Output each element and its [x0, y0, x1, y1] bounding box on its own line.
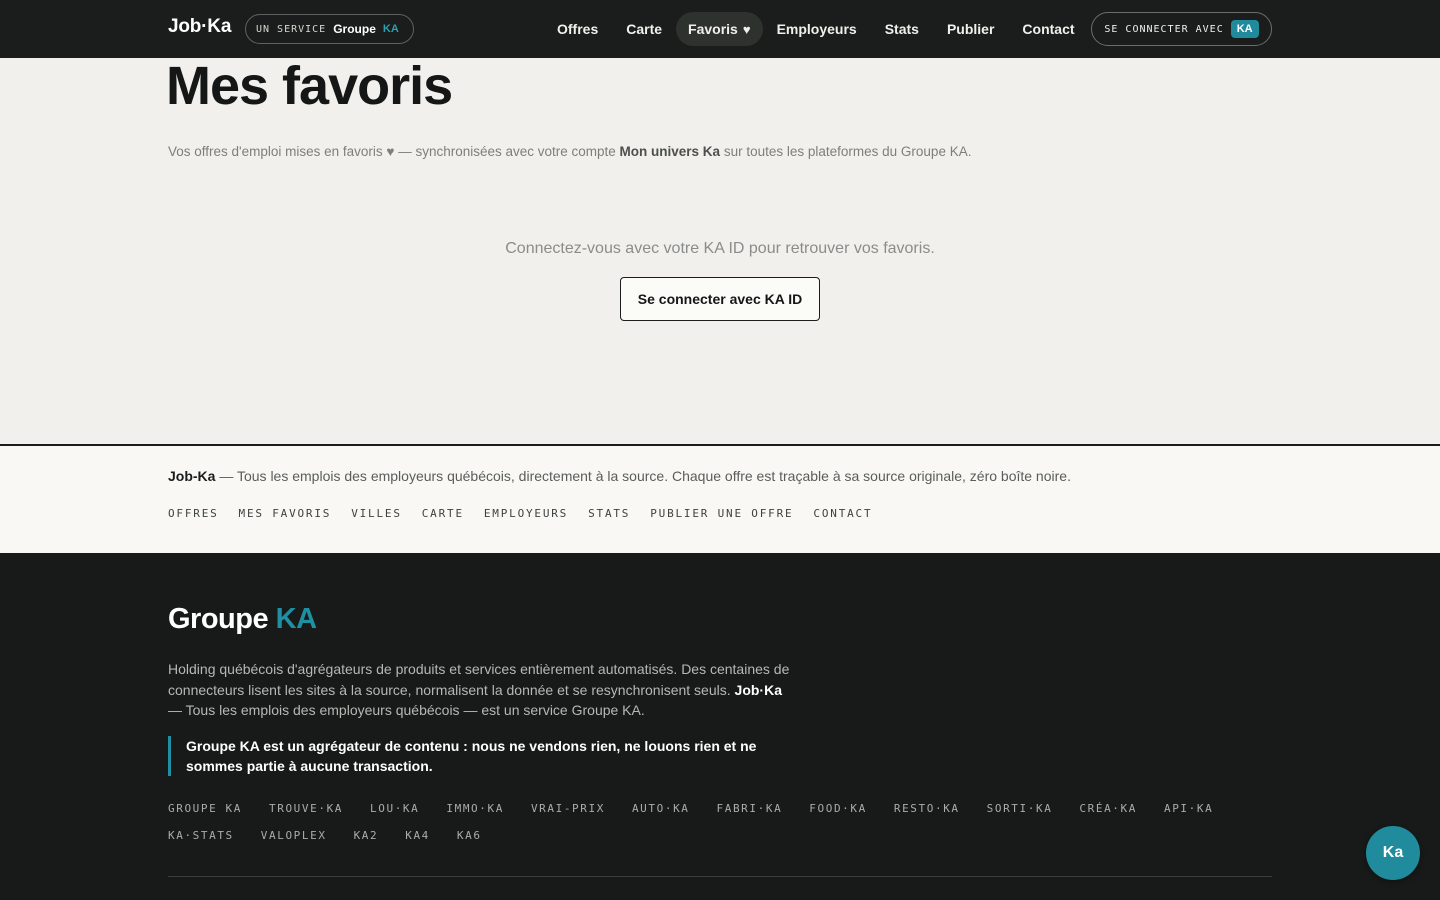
- network-link-fabri-ka[interactable]: FABRI·KA: [717, 802, 783, 815]
- footer-link-offres[interactable]: OFFRES: [168, 507, 219, 520]
- nav-stats[interactable]: Stats: [871, 12, 933, 46]
- network-link-trouve-ka[interactable]: TROUVE·KA: [269, 802, 343, 815]
- footer-divider: [168, 876, 1272, 877]
- footer-link-carte[interactable]: CARTE: [422, 507, 464, 520]
- footer-link-employeurs[interactable]: EMPLOYEURS: [484, 507, 568, 520]
- nav-favoris[interactable]: Favoris ♥: [676, 12, 763, 46]
- network-link-api-ka[interactable]: API·KA: [1164, 802, 1213, 815]
- group-disclaimer: Groupe KA est un agrégateur de contenu :…: [168, 736, 808, 776]
- intro-text-before: Vos offres d'emploi mises en favoris ♥ —…: [168, 144, 620, 159]
- network-link-crea-ka[interactable]: CRÉA·KA: [1079, 802, 1137, 815]
- connect-ka-id-button[interactable]: Se connecter avec KA ID: [620, 277, 820, 321]
- service-badge[interactable]: UN SERVICE Groupe KA: [245, 14, 414, 44]
- service-ka: KA: [382, 23, 399, 35]
- heart-icon: ♥: [742, 21, 751, 37]
- group-desc-before: Holding québécois d'agrégateurs de produ…: [168, 661, 790, 698]
- intro-text-after: sur toutes les plateformes du Groupe KA.: [720, 144, 972, 159]
- footer-link-villes[interactable]: VILLES: [351, 507, 402, 520]
- network-link-auto-ka[interactable]: AUTO·KA: [632, 802, 690, 815]
- group-network-links: GROUPE KA TROUVE·KA LOU·KA IMMO·KA VRAI-…: [168, 802, 1278, 842]
- service-group: Groupe: [333, 22, 376, 36]
- page-title: Mes favoris: [166, 56, 453, 116]
- nav-favoris-label: Favoris: [688, 21, 738, 37]
- group-footer: Groupe KA Holding québécois d'agrégateur…: [0, 553, 1440, 900]
- network-link-ka4[interactable]: KA4: [405, 829, 430, 842]
- network-link-groupe-ka[interactable]: GROUPE KA: [168, 802, 242, 815]
- network-link-immo-ka[interactable]: IMMO·KA: [446, 802, 504, 815]
- footer-tagline-text: — Tous les emplois des employeurs québéc…: [215, 468, 1071, 484]
- intro-account-name: Mon univers Ka: [619, 144, 721, 159]
- footer-link-stats[interactable]: STATS: [588, 507, 630, 520]
- page-intro: Vos offres d'emploi mises en favoris ♥ —…: [168, 144, 971, 159]
- nav-contact[interactable]: Contact: [1008, 12, 1088, 46]
- network-link-ka2[interactable]: KA2: [354, 829, 379, 842]
- network-link-ka6[interactable]: KA6: [457, 829, 482, 842]
- network-link-resto-ka[interactable]: RESTO·KA: [894, 802, 960, 815]
- group-desc-brand: Job·Ka: [734, 681, 782, 698]
- network-link-food-ka[interactable]: FOOD·KA: [809, 802, 867, 815]
- ka-assistant-button[interactable]: Ka: [1366, 826, 1420, 880]
- network-link-lou-ka[interactable]: LOU·KA: [370, 802, 419, 815]
- group-title-main: Groupe: [168, 603, 276, 635]
- footer-link-favoris[interactable]: MES FAVORIS: [239, 507, 332, 520]
- footer-link-publier[interactable]: PUBLIER UNE OFFRE: [650, 507, 793, 520]
- network-link-valoplex[interactable]: VALOPLEX: [261, 829, 327, 842]
- nav-offres[interactable]: Offres: [543, 12, 612, 46]
- top-navbar: Job·Ka UN SERVICE Groupe KA Offres Carte…: [0, 0, 1440, 58]
- ka-badge: KA: [1230, 20, 1259, 38]
- brand-logo[interactable]: Job·Ka: [168, 16, 231, 38]
- group-title: Groupe KA: [168, 603, 317, 636]
- network-link-sorti-ka[interactable]: SORTI·KA: [987, 802, 1053, 815]
- service-prefix: UN SERVICE: [256, 23, 327, 35]
- group-description: Holding québécois d'agrégateurs de produ…: [168, 659, 798, 721]
- nav-employeurs[interactable]: Employeurs: [763, 12, 871, 46]
- nav-publier[interactable]: Publier: [933, 12, 1008, 46]
- main-nav: Offres Carte Favoris ♥ Employeurs Stats …: [543, 12, 1089, 46]
- footer-link-contact[interactable]: CONTACT: [813, 507, 872, 520]
- network-link-ka-stats[interactable]: KA·STATS: [168, 829, 234, 842]
- login-label: SE CONNECTER AVEC: [1104, 23, 1224, 35]
- group-desc-after: — Tous les emplois des employeurs québéc…: [168, 702, 645, 718]
- empty-state-message: Connectez-vous avec votre KA ID pour ret…: [505, 240, 935, 257]
- footer-tagline: Job-Ka — Tous les emplois des employeurs…: [168, 468, 1071, 484]
- footer-brand: Job-Ka: [168, 468, 216, 484]
- network-link-vrai-prix[interactable]: VRAI-PRIX: [531, 802, 605, 815]
- nav-carte[interactable]: Carte: [612, 12, 676, 46]
- site-footer: Job-Ka — Tous les emplois des employeurs…: [0, 444, 1440, 553]
- group-title-ka: KA: [275, 603, 317, 635]
- footer-links: OFFRES MES FAVORIS VILLES CARTE EMPLOYEU…: [168, 507, 872, 520]
- login-button[interactable]: SE CONNECTER AVEC KA: [1091, 12, 1272, 46]
